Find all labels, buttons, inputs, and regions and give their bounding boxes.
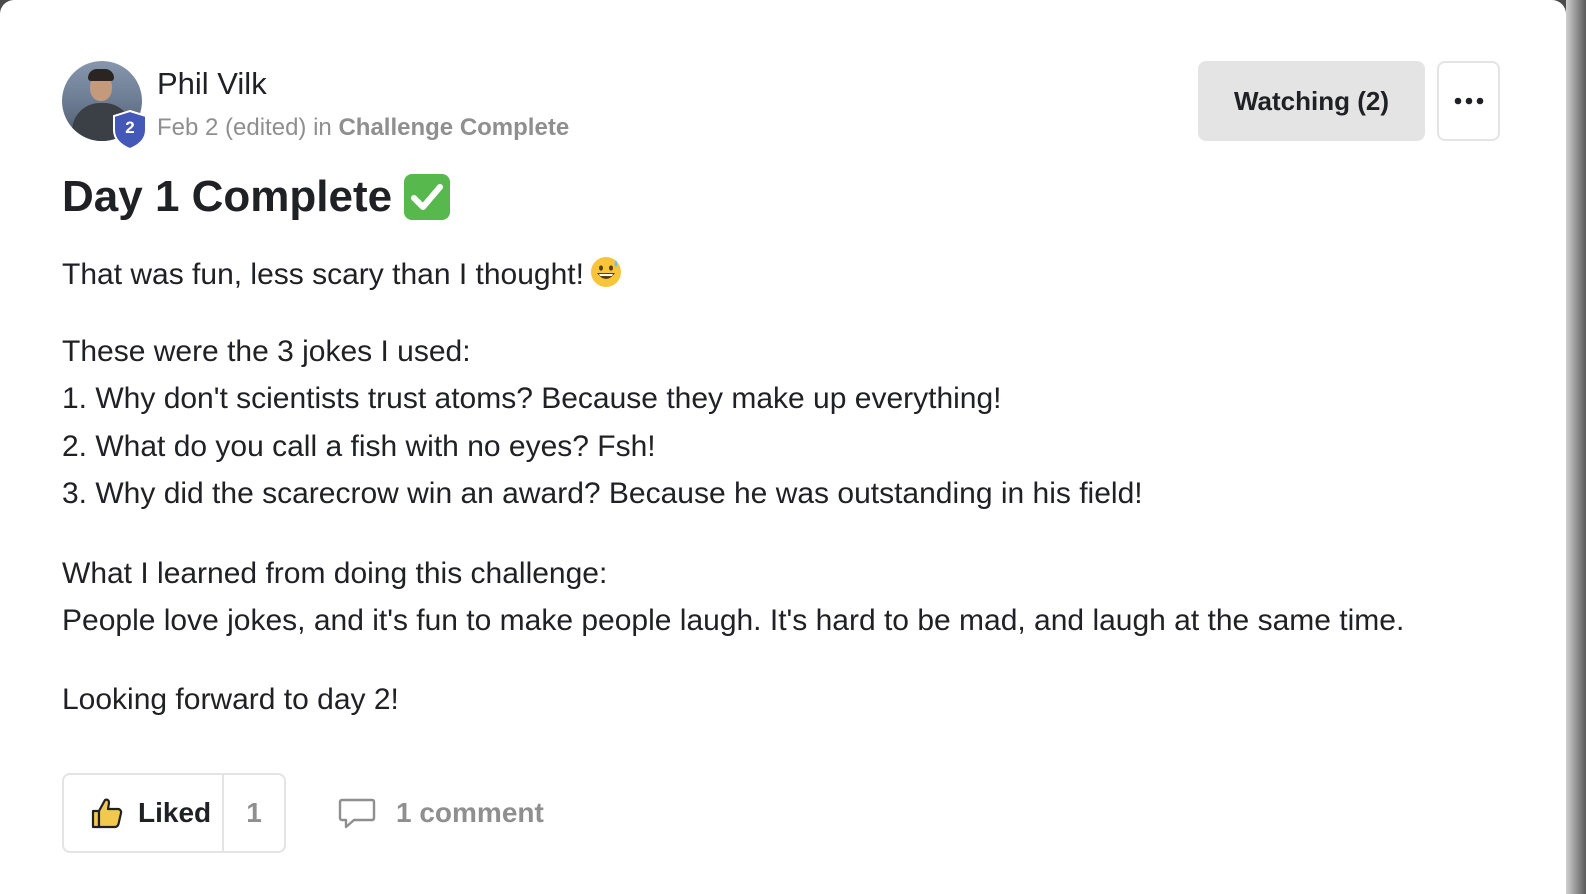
joke-item-2: 2. What do you call a fish with no eyes?… [62,430,656,463]
comment-button[interactable]: 1 comment [338,773,544,853]
comment-label: 1 comment [396,797,544,828]
post-card: 2 Phil Vilk Feb 2 (edited) in Challenge … [0,0,1566,894]
post-title-text: Day 1 Complete [62,172,393,221]
post-meta: Feb 2 (edited) in Challenge Complete [157,114,569,142]
like-button[interactable]: Liked [64,775,224,851]
post-date: Feb 2 (edited) [157,114,307,141]
watching-button[interactable]: Watching (2) [1198,61,1425,141]
avatar-hair-shape [88,69,114,81]
group-link[interactable]: Challenge Complete [338,114,569,141]
check-mark-button-icon [404,174,451,220]
comment-bubble-icon [338,798,376,829]
post-title: Day 1 Complete [62,172,451,222]
post-in-text: in [313,114,332,141]
thumbs-up-icon [91,798,123,829]
level-number: 2 [125,118,135,137]
body-line-intro-text: That was fun, less scary than I thought! [62,258,584,291]
joke-item-3: 3. Why did the scarecrow win an award? B… [62,477,1143,510]
more-horizontal-icon [1454,97,1483,105]
body-line-intro: That was fun, less scary than I thought! [62,256,622,292]
closing-text: Looking forward to day 2! [62,683,399,716]
learned-text: People love jokes, and it's fun to make … [62,604,1405,637]
more-options-button[interactable] [1437,61,1500,141]
learned-intro: What I learned from doing this challenge… [62,557,608,590]
backdrop-edge [1566,0,1586,894]
author-name[interactable]: Phil Vilk [157,66,267,102]
like-group: Liked 1 [62,773,286,853]
level-badge: 2 [112,109,148,151]
like-label: Liked [138,797,212,828]
jokes-intro: These were the 3 jokes I used: [62,335,471,368]
grinning-sweat-face-icon [590,257,621,287]
joke-item-1: 1. Why don't scientists trust atoms? Bec… [62,382,1002,415]
like-count[interactable]: 1 [224,775,284,851]
